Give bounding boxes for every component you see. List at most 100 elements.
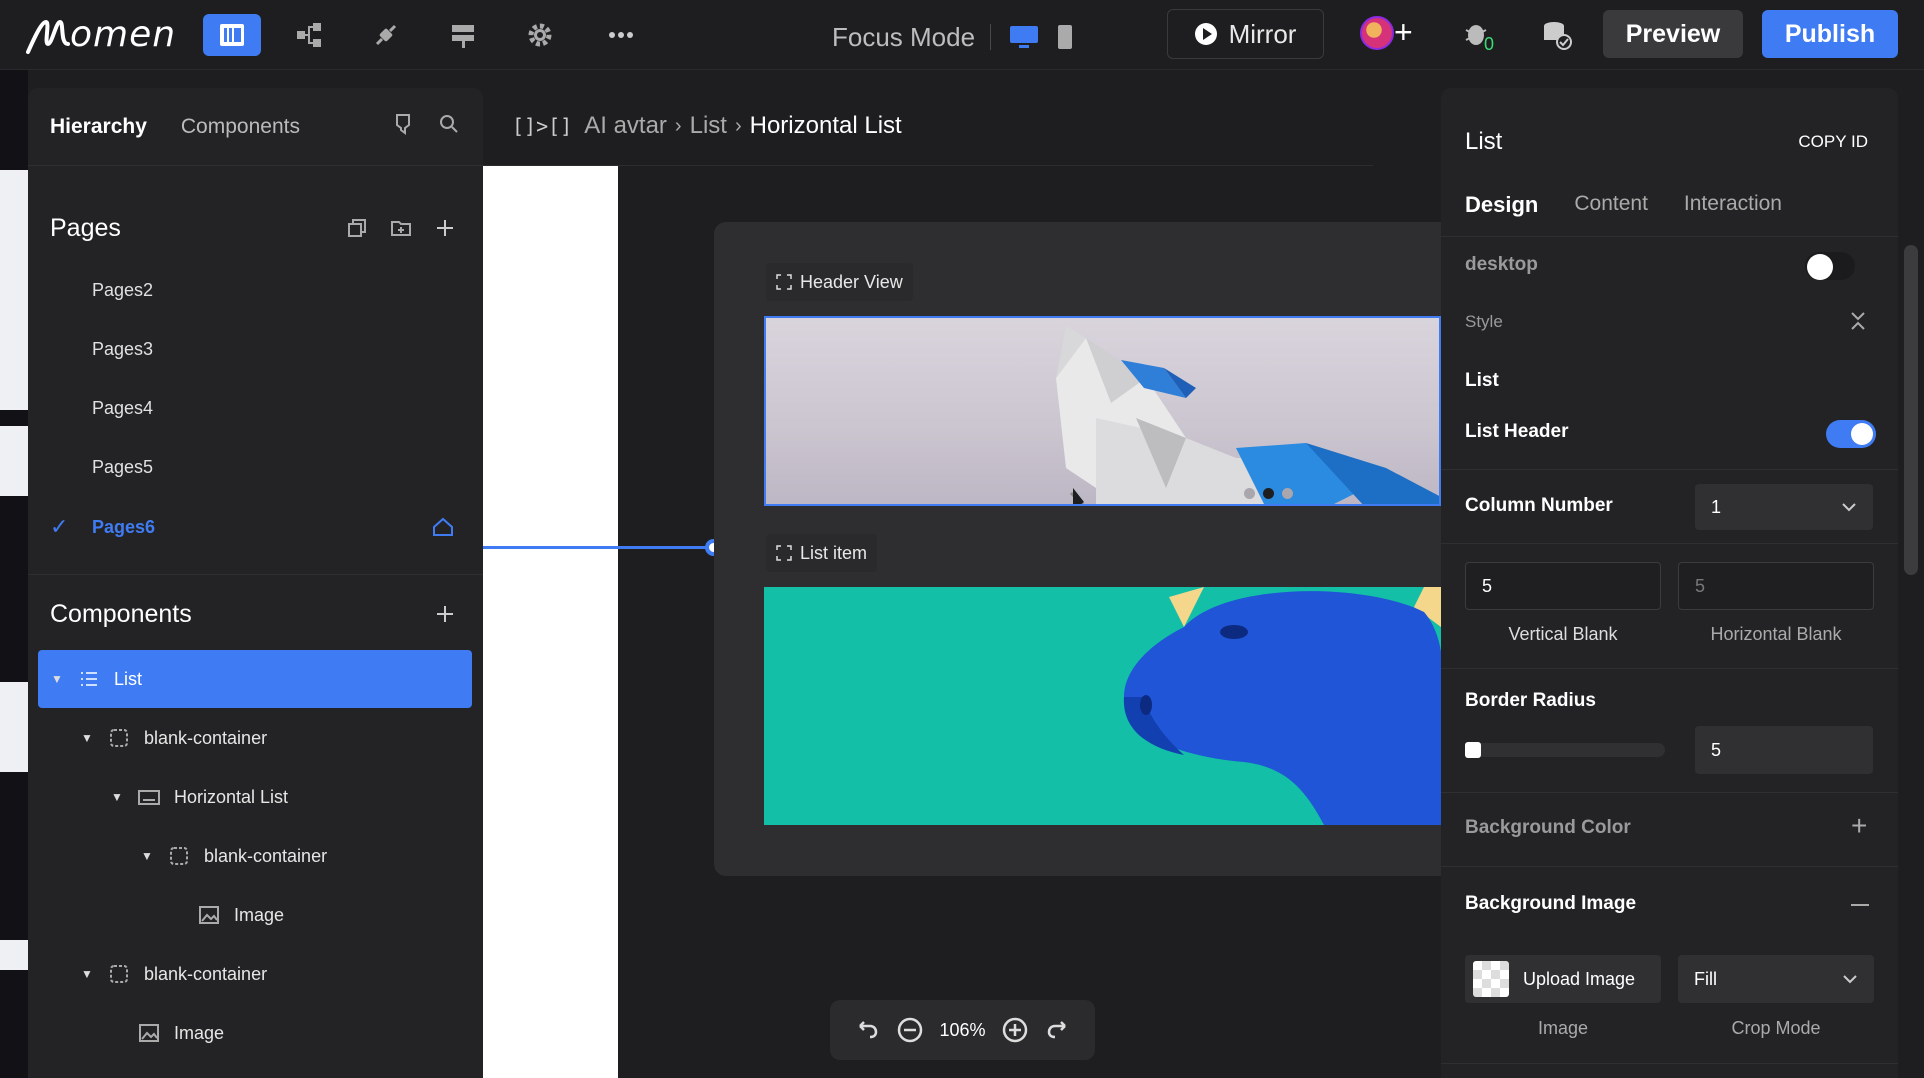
component-path-icon: []>[]	[512, 114, 573, 138]
logo-text: omen	[70, 13, 177, 55]
collapse-icon[interactable]	[1849, 310, 1867, 332]
zoom-controls: 106%	[830, 1000, 1095, 1060]
caret-down-icon[interactable]: ▼	[140, 849, 154, 863]
scrollbar-thumb[interactable]	[1904, 245, 1918, 575]
carousel-dot-active[interactable]	[1263, 488, 1274, 499]
caret-down-icon[interactable]: ▼	[110, 790, 124, 804]
tree-label: Image	[174, 1022, 225, 1043]
tree-item-blank-container[interactable]: ▼ blank-container	[38, 827, 472, 885]
border-radius-input[interactable]: 5	[1695, 726, 1873, 774]
caret-down-icon[interactable]: ▼	[80, 731, 94, 745]
mirror-button[interactable]: Mirror	[1167, 9, 1324, 59]
caret-down-icon[interactable]: ▼	[80, 967, 94, 981]
tab-hierarchy[interactable]: Hierarchy	[50, 115, 147, 139]
flow-icon	[297, 23, 321, 47]
more-button[interactable]	[592, 14, 650, 56]
divider	[1441, 1063, 1898, 1064]
undo-icon[interactable]	[852, 1016, 880, 1044]
desktop-preview-icon[interactable]	[1008, 24, 1040, 50]
collapse-background-image-icon[interactable]	[1851, 904, 1869, 906]
column-number-select[interactable]: 1	[1695, 484, 1873, 530]
page-item-pages4[interactable]: Pages4	[28, 388, 483, 428]
list-item-image[interactable]	[764, 587, 1441, 825]
tab-components[interactable]: Components	[181, 115, 300, 139]
tree-item-blank-container[interactable]: ▼ blank-container	[38, 945, 472, 1003]
page-item-pages2[interactable]: Pages2	[28, 270, 483, 310]
divider	[1441, 866, 1898, 867]
origami-unicorn-illustration	[1056, 326, 1439, 504]
tab-interaction[interactable]: Interaction	[1684, 192, 1782, 218]
components-section-title: Components	[50, 600, 192, 628]
logic-flow-button[interactable]	[280, 14, 338, 56]
focus-mode-toggle[interactable]: Focus Mode	[832, 22, 975, 53]
desktop-label: desktop	[1465, 254, 1538, 275]
carousel-indicator[interactable]	[1244, 488, 1293, 499]
page-item-pages5[interactable]: Pages5	[28, 447, 483, 487]
home-icon[interactable]	[431, 515, 455, 539]
border-radius-slider[interactable]	[1465, 742, 1665, 758]
copy-id-button[interactable]: COPY ID	[1798, 132, 1868, 152]
logo-mark-icon	[26, 19, 70, 54]
redo-icon[interactable]	[1045, 1016, 1073, 1044]
database-check-icon[interactable]	[1540, 18, 1574, 52]
vertical-blank-input[interactable]: 5	[1465, 562, 1661, 610]
page-item-pages6[interactable]: ✓ Pages6	[28, 507, 483, 547]
tree-item-blank-container[interactable]: ▼ blank-container	[38, 709, 472, 767]
duplicate-page-icon[interactable]	[345, 216, 369, 240]
breadcrumb-item[interactable]: AI avtar	[584, 112, 667, 140]
tree-item-image[interactable]: Image	[38, 886, 472, 944]
header-image[interactable]	[764, 316, 1441, 506]
settings-button[interactable]	[511, 14, 569, 56]
panel-title: List	[1465, 128, 1503, 155]
chevron-down-icon	[1842, 503, 1856, 512]
breadcrumb-current[interactable]: Horizontal List	[750, 112, 902, 140]
carousel-dot[interactable]	[1282, 488, 1293, 499]
desktop-toggle[interactable]	[1805, 252, 1855, 280]
tree-label: Horizontal List	[174, 786, 289, 807]
image-icon	[199, 906, 219, 924]
breadcrumb-item[interactable]: List	[690, 112, 727, 140]
invite-plus-icon[interactable]: +	[1394, 15, 1413, 49]
header-view-tag[interactable]: Header View	[766, 263, 913, 301]
bug-icon[interactable]: 0	[1462, 18, 1496, 52]
page-item-pages3[interactable]: Pages3	[28, 329, 483, 369]
add-page-icon[interactable]	[433, 216, 457, 240]
mobile-preview-icon[interactable]	[1055, 24, 1075, 50]
top-toolbar: omen Focus Mode Mirror + 0 Preview Publi…	[0, 0, 1924, 70]
layout-view-button[interactable]	[203, 14, 261, 56]
chevron-right-icon: ›	[674, 114, 682, 137]
carousel-dot[interactable]	[1244, 488, 1255, 499]
checkmark-icon: ✓	[50, 514, 69, 539]
add-background-color-icon[interactable]: +	[1851, 810, 1867, 842]
crop-mode-select[interactable]: Fill	[1678, 955, 1874, 1003]
list-item-label: List item	[800, 542, 868, 563]
caret-down-icon[interactable]: ▼	[50, 672, 64, 686]
column-number-value: 1	[1711, 496, 1722, 517]
list-item-tag[interactable]: List item	[766, 534, 878, 572]
actions-button[interactable]	[434, 14, 492, 56]
tab-content[interactable]: Content	[1574, 192, 1648, 218]
zoom-in-icon[interactable]	[1001, 1016, 1029, 1044]
horizontal-blank-input[interactable]: 5	[1678, 562, 1874, 610]
slider-handle[interactable]	[1465, 742, 1481, 758]
upload-image-button[interactable]: Upload Image	[1465, 955, 1661, 1003]
page-frame[interactable]	[483, 166, 618, 1078]
pin-icon[interactable]	[391, 112, 415, 136]
app-logo[interactable]: omen	[26, 13, 177, 55]
list-header-toggle[interactable]	[1826, 420, 1876, 448]
tab-design[interactable]: Design	[1465, 192, 1538, 218]
tree-item-image[interactable]: Image	[38, 1004, 472, 1062]
avatar[interactable]	[1360, 16, 1394, 50]
expand-icon	[776, 545, 792, 561]
add-component-icon[interactable]	[433, 602, 457, 626]
zoom-out-icon[interactable]	[896, 1016, 924, 1044]
tree-item-list[interactable]: ▼ List	[38, 650, 472, 708]
new-folder-icon[interactable]	[389, 216, 413, 240]
plugins-button[interactable]	[357, 14, 415, 56]
page-label: Pages5	[92, 456, 154, 477]
bug-count-badge: 0	[1484, 34, 1494, 52]
preview-button[interactable]: Preview	[1603, 10, 1743, 58]
publish-button[interactable]: Publish	[1762, 10, 1898, 58]
tree-item-horizontal-list[interactable]: ▼ Horizontal List	[38, 768, 472, 826]
search-icon[interactable]	[437, 112, 461, 136]
